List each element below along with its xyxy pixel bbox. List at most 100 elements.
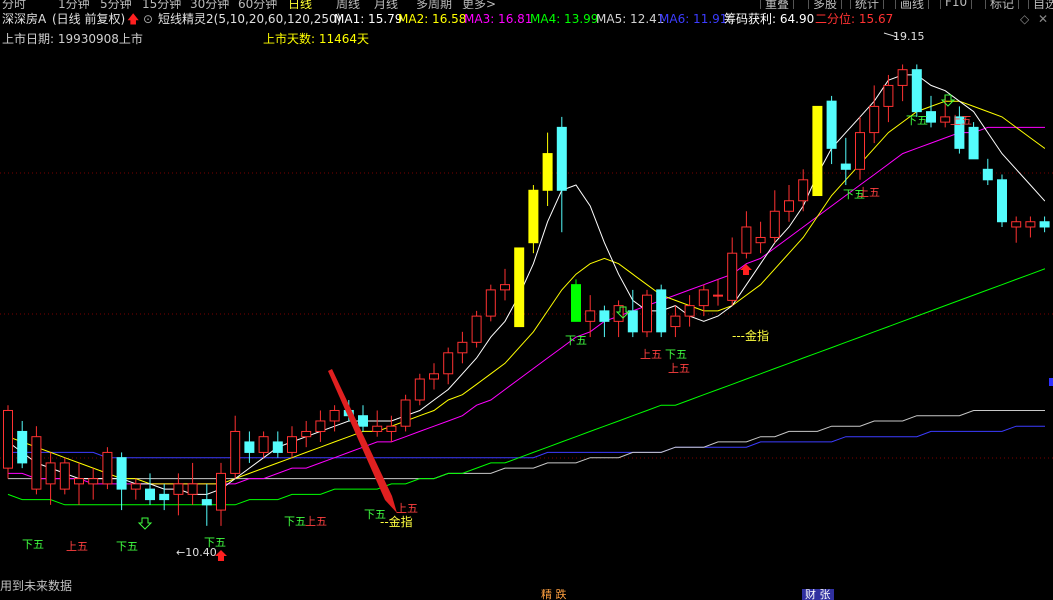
candle-body-3 <box>45 462 56 485</box>
candle-body-53 <box>755 236 766 244</box>
tab-3[interactable]: 15分钟 <box>142 0 181 9</box>
candle-body-27 <box>386 425 397 432</box>
bottom-tag-1[interactable]: 精 跌 <box>538 589 570 600</box>
down-arrow-icon-3 <box>940 94 956 107</box>
candle-body-48 <box>684 305 695 317</box>
chart-mode[interactable]: (日线 前复权) <box>52 10 125 28</box>
candle-body-28 <box>400 399 411 427</box>
tab-0[interactable]: 分时 <box>2 0 26 9</box>
candle-body-17 <box>244 441 255 453</box>
up-arrow-signal-icon <box>740 264 752 275</box>
candle-body-62 <box>883 84 894 107</box>
bottom-tag-2[interactable]: 财 张 <box>802 589 834 600</box>
candle-body-57 <box>812 105 823 197</box>
candle-body-59 <box>840 163 851 170</box>
right-button-0[interactable]: 重叠 <box>760 0 795 9</box>
tab-7[interactable]: 周线 <box>336 0 360 9</box>
candle-body-35 <box>500 284 510 291</box>
candle-body-2 <box>31 436 42 490</box>
ma1-value: MA1: 15.79 <box>334 12 403 26</box>
chip-profit: 筹码获利: 64.90 <box>724 12 815 26</box>
candle-body-63 <box>897 69 908 86</box>
tag-up-3: 上五 <box>640 348 662 361</box>
candle-body-26 <box>372 425 383 432</box>
candle-body-45 <box>642 294 652 333</box>
ma4-value: MA4: 13.99 <box>530 12 599 26</box>
indicator-name[interactable]: 短线精灵2(5,10,20,60,120,250) <box>158 10 341 28</box>
ma-line-ma6 <box>8 425 1045 459</box>
close-icon[interactable]: ✕ <box>1038 10 1048 28</box>
candle-body-32 <box>457 341 468 354</box>
ma-line-ma3 <box>8 126 1045 485</box>
tag-up-1: 上五 <box>305 515 327 528</box>
candle-body-51 <box>727 252 738 301</box>
tab-2[interactable]: 5分钟 <box>100 0 132 9</box>
candle-body-25 <box>358 415 368 427</box>
ma-line-ma4 <box>7 268 1045 506</box>
candle-body-19 <box>272 441 283 453</box>
indicator-info-bar: 深深房A (日线 前复权) 🡅 ⊙ 短线精灵2(5,10,20,60,120,2… <box>0 10 1053 28</box>
tab-6[interactable]: 日线 <box>288 0 312 9</box>
golden-cross-label-2: ---金指 <box>732 328 769 343</box>
candle-body-18 <box>258 436 269 453</box>
tag-up-0: 上五 <box>66 540 88 553</box>
stock-name: 深深房A <box>2 12 47 26</box>
candle-body-34 <box>485 289 496 317</box>
candle-body-7 <box>102 451 113 485</box>
candle-body-1 <box>17 430 28 464</box>
candle-body-49 <box>698 289 709 307</box>
tab-1[interactable]: 1分钟 <box>58 0 90 9</box>
right-button-2[interactable]: 统计 <box>850 0 885 9</box>
ma-line-ma1 <box>7 74 1045 495</box>
candle-body-44 <box>627 310 638 333</box>
candle-body-36 <box>514 247 525 328</box>
tag-down-7: 下五 <box>906 114 928 127</box>
settings-circle-icon[interactable]: ⊙ <box>143 10 153 28</box>
candle-body-23 <box>329 409 340 422</box>
up-arrow-signal-icon-2 <box>215 550 227 561</box>
tab-5[interactable]: 60分钟 <box>238 0 277 9</box>
diamond-icon[interactable]: ◇ <box>1020 10 1029 28</box>
right-button-1[interactable]: 多股 <box>808 0 843 9</box>
tag-down-3: 下五 <box>364 508 386 521</box>
candle-body-31 <box>443 352 454 375</box>
tag-down-8: 下五 <box>204 536 226 549</box>
right-button-5[interactable]: 标记 <box>985 0 1020 9</box>
candle-body-16 <box>230 430 241 474</box>
candlestick-chart[interactable]: 19.15←10.40--金指---金指下五 下五下五下五下五下五下五下五下五上五… <box>0 28 1053 600</box>
candle-body-37 <box>528 189 539 244</box>
candle-body-6 <box>88 478 99 485</box>
candle-body-38 <box>542 153 553 191</box>
right-button-4[interactable]: F10 <box>940 0 973 9</box>
candle-body-15 <box>216 472 226 511</box>
tag-down-4: 下五 <box>565 334 587 347</box>
right-edge-marker <box>1049 378 1053 386</box>
candle-body-52 <box>741 226 752 254</box>
candle-body-46 <box>656 289 667 333</box>
quantile-value: 二分位: 15.67 <box>815 12 894 26</box>
tab-10[interactable]: 更多> <box>462 0 496 9</box>
candle-body-22 <box>315 420 326 432</box>
ma3-value: MA3: 16.81 <box>464 12 533 26</box>
tag-up-5: 上五 <box>858 186 880 199</box>
right-button-6[interactable]: 自选 <box>1028 0 1053 9</box>
candle-body-61 <box>869 105 880 134</box>
candle-body-11 <box>159 493 170 501</box>
candle-body-73 <box>1039 221 1050 228</box>
up-arrow-icon: 🡅 <box>127 12 140 26</box>
candle-body-42 <box>599 310 610 322</box>
candle-body-0 <box>3 409 13 469</box>
candle-body-33 <box>471 315 482 343</box>
tag-down-2: 下五 <box>284 515 306 528</box>
candle-body-10 <box>145 488 155 501</box>
candle-body-58 <box>826 100 837 149</box>
tab-8[interactable]: 月线 <box>374 0 398 9</box>
tab-9[interactable]: 多周期 <box>416 0 452 9</box>
candle-body-69 <box>982 168 993 181</box>
ma2-value: MA2: 16.58 <box>398 12 467 26</box>
candle-body-56 <box>798 179 809 202</box>
right-button-3[interactable]: 画线 <box>895 0 930 9</box>
candle-body-29 <box>414 378 425 401</box>
tag-up-4: 上五 <box>668 362 690 375</box>
tab-4[interactable]: 30分钟 <box>190 0 229 9</box>
